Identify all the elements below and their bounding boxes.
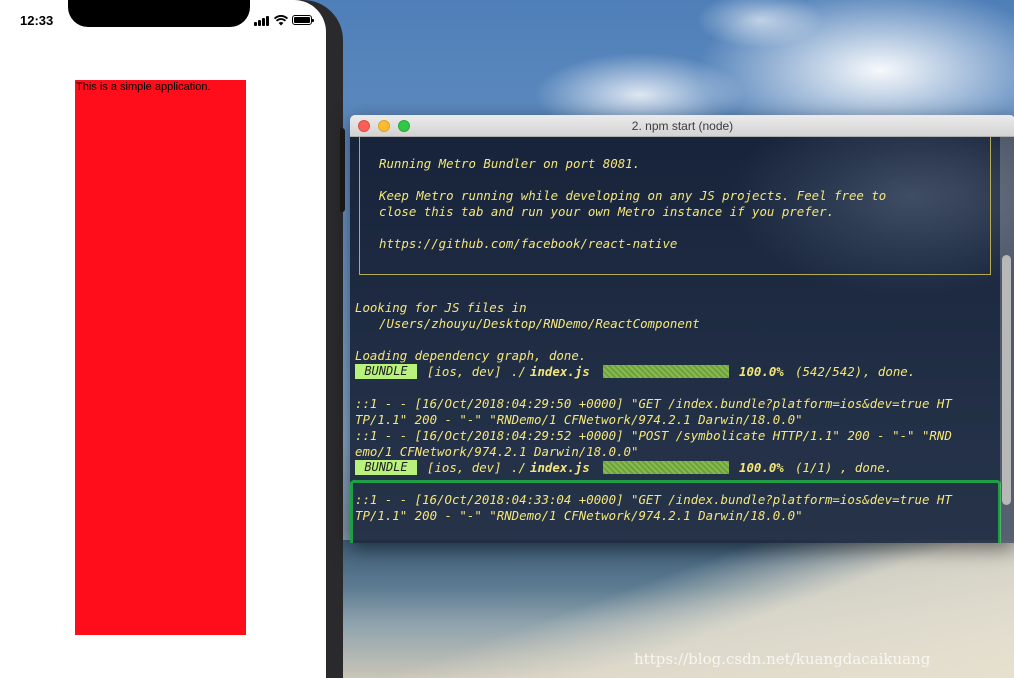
terminal-output[interactable]: Running Metro Bundler on port 8081. Keep…	[350, 137, 1014, 543]
loading-line: Loading dependency graph, done.	[355, 348, 587, 363]
status-time: 12:33	[20, 13, 54, 28]
terminal-window[interactable]: 2. npm start (node) Running Metro Bundle…	[350, 115, 1014, 543]
looking-line: Looking for JS files in	[355, 300, 527, 315]
bundle-percent: 100.0%	[739, 364, 784, 379]
banner-line: close this tab and run your own Metro in…	[379, 204, 835, 219]
bundle-prefix: ./	[511, 364, 526, 379]
bundle-prefix: ./	[511, 460, 526, 475]
bundle-platform: [ios, dev]	[427, 460, 502, 475]
cellular-signal-icon	[254, 16, 270, 26]
battery-icon	[292, 15, 314, 25]
bundle-progress-bar	[603, 365, 729, 378]
bundle-badge: BUNDLE	[355, 364, 417, 379]
scrollbar-thumb[interactable]	[1002, 255, 1011, 505]
log-line: ::1 - - [16/Oct/2018:04:29:52 +0000] "PO…	[355, 428, 952, 443]
bundle-platform: [ios, dev]	[427, 364, 502, 379]
bundle-count: (542/542)	[795, 364, 863, 379]
bundle-file: index.js	[530, 364, 590, 379]
app-text: This is a simple application.	[76, 81, 211, 93]
log-line: TP/1.1" 200 - "-" "RNDemo/1 CFNetwork/97…	[355, 412, 803, 427]
window-title: 2. npm start (node)	[631, 119, 734, 133]
highlight-annotation	[350, 480, 1001, 543]
banner-link[interactable]: https://github.com/facebook/react-native	[379, 236, 677, 252]
bundle-progress-bar	[603, 461, 729, 474]
app-red-view: This is a simple application.	[75, 80, 246, 635]
bundle-file: index.js	[530, 460, 590, 475]
bundle-status: , done.	[863, 364, 916, 379]
log-line: emo/1 CFNetwork/974.2.1 Darwin/18.0.0"	[355, 444, 639, 459]
watermark: https://blog.csdn.net/kuangdacaikuang	[634, 650, 931, 668]
side-button	[340, 128, 345, 212]
banner-line: Running Metro Bundler on port 8081.	[379, 156, 641, 171]
bundle-status: , done.	[840, 460, 893, 475]
iphone-screen[interactable]: 12:33 This is a simple application.	[0, 0, 326, 678]
bundle-badge: BUNDLE	[355, 460, 417, 475]
banner-line: Keep Metro running while developing on a…	[379, 188, 887, 203]
log-line: ::1 - - [16/Oct/2018:04:29:50 +0000] "GE…	[355, 396, 952, 411]
notch	[68, 0, 250, 27]
bundle-percent: 100.0%	[739, 460, 784, 475]
wifi-icon	[274, 15, 288, 26]
project-path: /Users/zhouyu/Desktop/RNDemo/ReactCompon…	[379, 316, 700, 331]
bundle-count: (1/1)	[795, 460, 833, 475]
terminal-titlebar[interactable]: 2. npm start (node)	[350, 115, 1014, 137]
